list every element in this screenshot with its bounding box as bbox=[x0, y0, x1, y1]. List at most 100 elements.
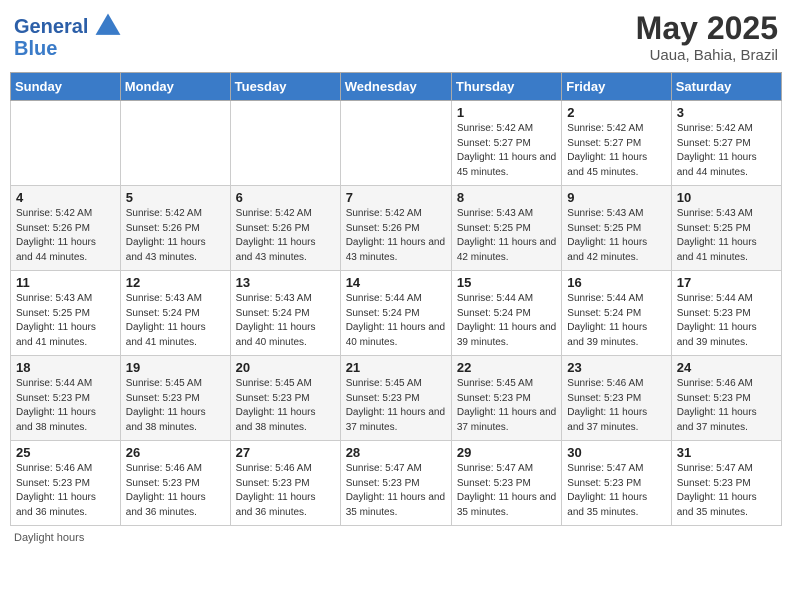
day-number: 10 bbox=[677, 190, 776, 205]
logo-icon bbox=[92, 10, 124, 42]
title-block: May 2025 Uaua, Bahia, Brazil bbox=[636, 10, 778, 64]
day-number: 12 bbox=[126, 275, 225, 290]
day-info: Sunrise: 5:43 AM Sunset: 5:25 PM Dayligh… bbox=[457, 207, 556, 265]
calendar-cell: 8 Sunrise: 5:43 AM Sunset: 5:25 PM Daylig… bbox=[451, 186, 561, 271]
calendar-table: Sunday Monday Tuesday Wednesday Thursday… bbox=[10, 72, 782, 526]
day-number: 16 bbox=[567, 275, 665, 290]
day-info: Sunrise: 5:45 AM Sunset: 5:23 PM Dayligh… bbox=[346, 377, 446, 435]
day-number: 28 bbox=[346, 445, 446, 460]
day-info: Sunrise: 5:43 AM Sunset: 5:25 PM Dayligh… bbox=[567, 207, 665, 265]
day-info: Sunrise: 5:47 AM Sunset: 5:23 PM Dayligh… bbox=[457, 462, 556, 520]
day-info: Sunrise: 5:46 AM Sunset: 5:23 PM Dayligh… bbox=[567, 377, 665, 435]
calendar-cell: 21 Sunrise: 5:45 AM Sunset: 5:23 PM Dayli… bbox=[340, 356, 451, 441]
day-number: 19 bbox=[126, 360, 225, 375]
col-monday: Monday bbox=[120, 73, 230, 101]
day-number: 22 bbox=[457, 360, 556, 375]
calendar-cell: 26 Sunrise: 5:46 AM Sunset: 5:23 PM Dayli… bbox=[120, 441, 230, 526]
day-info: Sunrise: 5:47 AM Sunset: 5:23 PM Dayligh… bbox=[567, 462, 665, 520]
day-number: 21 bbox=[346, 360, 446, 375]
day-number: 7 bbox=[346, 190, 446, 205]
day-number: 6 bbox=[236, 190, 335, 205]
calendar-cell: 23 Sunrise: 5:46 AM Sunset: 5:23 PM Dayli… bbox=[562, 356, 671, 441]
day-number: 5 bbox=[126, 190, 225, 205]
day-info: Sunrise: 5:43 AM Sunset: 5:24 PM Dayligh… bbox=[236, 292, 335, 350]
calendar-cell: 4Sunrise: 5:42 AM Sunset: 5:26 PM Daylig… bbox=[11, 186, 121, 271]
col-tuesday: Tuesday bbox=[230, 73, 340, 101]
day-info: Sunrise: 5:46 AM Sunset: 5:23 PM Dayligh… bbox=[16, 462, 115, 520]
day-number: 24 bbox=[677, 360, 776, 375]
calendar-cell: 13 Sunrise: 5:43 AM Sunset: 5:24 PM Dayli… bbox=[230, 271, 340, 356]
calendar-cell: 28 Sunrise: 5:47 AM Sunset: 5:23 PM Dayli… bbox=[340, 441, 451, 526]
calendar-cell: 30Sunrise: 5:47 AM Sunset: 5:23 PM Dayli… bbox=[562, 441, 671, 526]
calendar-cell: 9 Sunrise: 5:43 AM Sunset: 5:25 PM Daylig… bbox=[562, 186, 671, 271]
day-number: 1 bbox=[457, 105, 556, 120]
day-number: 26 bbox=[126, 445, 225, 460]
calendar-cell: 12 Sunrise: 5:43 AM Sunset: 5:24 PM Dayli… bbox=[120, 271, 230, 356]
calendar-cell: 22Sunrise: 5:45 AM Sunset: 5:23 PM Dayli… bbox=[451, 356, 561, 441]
header: General Blue May 2025 Uaua, Bahia, Brazi… bbox=[10, 10, 782, 64]
location: Uaua, Bahia, Brazil bbox=[636, 47, 778, 64]
calendar-cell: 31Sunrise: 5:47 AM Sunset: 5:23 PM Dayli… bbox=[671, 441, 781, 526]
day-info: Sunrise: 5:44 AM Sunset: 5:24 PM Dayligh… bbox=[457, 292, 556, 350]
calendar-cell: 7 Sunrise: 5:42 AM Sunset: 5:26 PM Daylig… bbox=[340, 186, 451, 271]
calendar-cell: 29 Sunrise: 5:47 AM Sunset: 5:23 PM Dayli… bbox=[451, 441, 561, 526]
day-info: Sunrise: 5:43 AM Sunset: 5:24 PM Dayligh… bbox=[126, 292, 225, 350]
footer: Daylight hours bbox=[10, 532, 782, 544]
day-number: 20 bbox=[236, 360, 335, 375]
calendar-header-row: Sunday Monday Tuesday Wednesday Thursday… bbox=[11, 73, 782, 101]
calendar-cell: 1 Sunrise: 5:42 AM Sunset: 5:27 PM Daylig… bbox=[451, 101, 561, 186]
col-saturday: Saturday bbox=[671, 73, 781, 101]
daylight-hours-label: Daylight hours bbox=[14, 532, 84, 544]
day-number: 8 bbox=[457, 190, 556, 205]
day-info: Sunrise: 5:47 AM Sunset: 5:23 PM Dayligh… bbox=[346, 462, 446, 520]
calendar-cell: 24 Sunrise: 5:46 AM Sunset: 5:23 PM Dayli… bbox=[671, 356, 781, 441]
calendar-cell: 2 Sunrise: 5:42 AM Sunset: 5:27 PM Daylig… bbox=[562, 101, 671, 186]
day-info: Sunrise: 5:46 AM Sunset: 5:23 PM Dayligh… bbox=[236, 462, 335, 520]
calendar-cell: 11 Sunrise: 5:43 AM Sunset: 5:25 PM Dayli… bbox=[11, 271, 121, 356]
day-number: 9 bbox=[567, 190, 665, 205]
calendar-cell: 18 Sunrise: 5:44 AM Sunset: 5:23 PM Dayli… bbox=[11, 356, 121, 441]
day-number: 2 bbox=[567, 105, 665, 120]
logo: General Blue bbox=[14, 10, 124, 61]
logo-text: General bbox=[14, 15, 88, 37]
calendar-cell bbox=[11, 101, 121, 186]
day-number: 13 bbox=[236, 275, 335, 290]
day-info: Sunrise: 5:42 AM Sunset: 5:27 PM Dayligh… bbox=[677, 122, 776, 180]
calendar-cell: 25 Sunrise: 5:46 AM Sunset: 5:23 PM Dayli… bbox=[11, 441, 121, 526]
calendar-cell: 19 Sunrise: 5:45 AM Sunset: 5:23 PM Dayli… bbox=[120, 356, 230, 441]
calendar-cell: 3Sunrise: 5:42 AM Sunset: 5:27 PM Daylig… bbox=[671, 101, 781, 186]
day-info: Sunrise: 5:42 AM Sunset: 5:26 PM Dayligh… bbox=[16, 207, 115, 265]
day-info: Sunrise: 5:46 AM Sunset: 5:23 PM Dayligh… bbox=[126, 462, 225, 520]
calendar-week-4: 18 Sunrise: 5:44 AM Sunset: 5:23 PM Dayli… bbox=[11, 356, 782, 441]
calendar-cell: 27 Sunrise: 5:46 AM Sunset: 5:23 PM Dayli… bbox=[230, 441, 340, 526]
day-number: 29 bbox=[457, 445, 556, 460]
col-wednesday: Wednesday bbox=[340, 73, 451, 101]
day-number: 14 bbox=[346, 275, 446, 290]
calendar-cell: 17 Sunrise: 5:44 AM Sunset: 5:23 PM Dayli… bbox=[671, 271, 781, 356]
day-number: 25 bbox=[16, 445, 115, 460]
day-number: 27 bbox=[236, 445, 335, 460]
day-info: Sunrise: 5:43 AM Sunset: 5:25 PM Dayligh… bbox=[16, 292, 115, 350]
calendar-cell: 16Sunrise: 5:44 AM Sunset: 5:24 PM Dayli… bbox=[562, 271, 671, 356]
calendar-cell bbox=[120, 101, 230, 186]
day-number: 23 bbox=[567, 360, 665, 375]
calendar-cell: 10 Sunrise: 5:43 AM Sunset: 5:25 PM Dayli… bbox=[671, 186, 781, 271]
day-info: Sunrise: 5:45 AM Sunset: 5:23 PM Dayligh… bbox=[126, 377, 225, 435]
day-number: 31 bbox=[677, 445, 776, 460]
day-info: Sunrise: 5:42 AM Sunset: 5:26 PM Dayligh… bbox=[346, 207, 446, 265]
day-info: Sunrise: 5:44 AM Sunset: 5:23 PM Dayligh… bbox=[16, 377, 115, 435]
col-thursday: Thursday bbox=[451, 73, 561, 101]
calendar-cell bbox=[340, 101, 451, 186]
day-number: 11 bbox=[16, 275, 115, 290]
day-number: 18 bbox=[16, 360, 115, 375]
calendar-week-2: 4Sunrise: 5:42 AM Sunset: 5:26 PM Daylig… bbox=[11, 186, 782, 271]
day-info: Sunrise: 5:42 AM Sunset: 5:27 PM Dayligh… bbox=[567, 122, 665, 180]
calendar-cell: 5Sunrise: 5:42 AM Sunset: 5:26 PM Daylig… bbox=[120, 186, 230, 271]
day-info: Sunrise: 5:44 AM Sunset: 5:23 PM Dayligh… bbox=[677, 292, 776, 350]
calendar-cell: 15Sunrise: 5:44 AM Sunset: 5:24 PM Dayli… bbox=[451, 271, 561, 356]
day-number: 17 bbox=[677, 275, 776, 290]
calendar-week-3: 11 Sunrise: 5:43 AM Sunset: 5:25 PM Dayli… bbox=[11, 271, 782, 356]
day-info: Sunrise: 5:46 AM Sunset: 5:23 PM Dayligh… bbox=[677, 377, 776, 435]
day-info: Sunrise: 5:43 AM Sunset: 5:25 PM Dayligh… bbox=[677, 207, 776, 265]
day-info: Sunrise: 5:42 AM Sunset: 5:27 PM Dayligh… bbox=[457, 122, 556, 180]
